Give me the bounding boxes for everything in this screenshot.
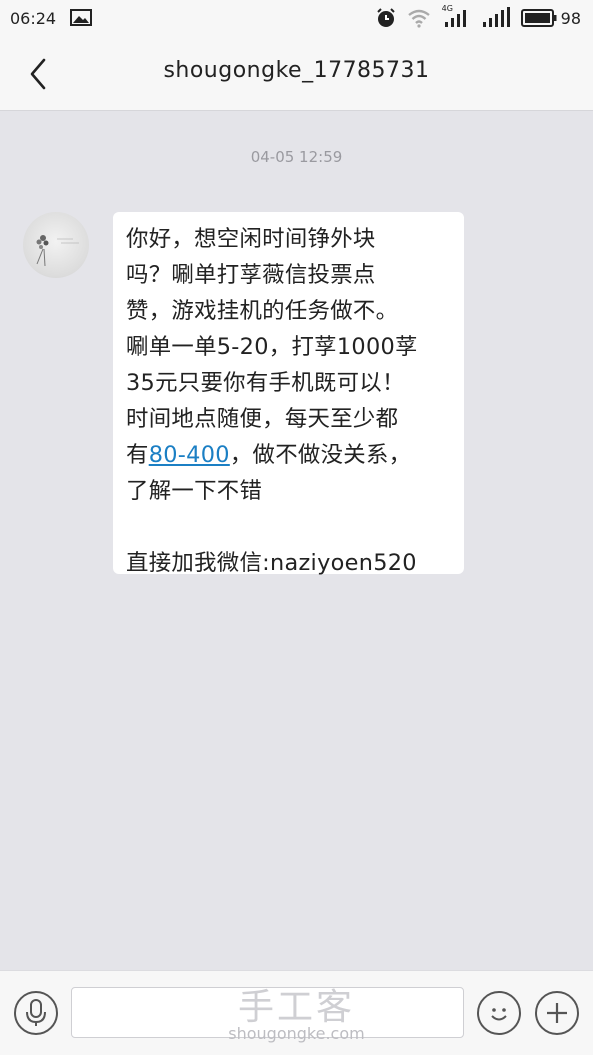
message-spacer <box>126 509 452 545</box>
battery: 98 <box>520 8 581 28</box>
chat-title: shougongke_17785731 <box>163 58 430 83</box>
status-icons: 4G 98 <box>375 4 581 29</box>
message-line: 你好，想空闲时间铮外块 <box>126 226 376 252</box>
emoji-icon <box>491 1008 507 1021</box>
signal-icon: 4G <box>441 4 471 29</box>
message-line: 时间地点随便，每天至少都 <box>126 406 399 432</box>
message-line: 赞，游戏挂机的任务做不。 <box>126 298 399 324</box>
message-line: 唰单一单5-20，打莩1000莩 <box>126 334 418 360</box>
message-input[interactable] <box>71 987 464 1038</box>
chat-header: shougongke_17785731 <box>0 36 593 111</box>
message-line-with-link: 有80-400，做不做没关系， <box>126 437 452 473</box>
message-text: ，做不做没关系， <box>229 442 412 468</box>
microphone-icon <box>26 999 46 1026</box>
message-link[interactable]: 80-400 <box>149 442 230 468</box>
status-bar: 06:24 4G 98 <box>0 0 593 36</box>
plus-button[interactable] <box>535 991 579 1035</box>
signal-icon-2 <box>482 7 510 27</box>
voice-button[interactable] <box>14 991 58 1035</box>
battery-icon <box>520 9 557 27</box>
message-line: 了解一下不错 <box>126 478 263 504</box>
input-bar <box>0 970 593 1055</box>
message-line: 35元只要你有手机既可以！ <box>126 370 405 396</box>
message-text: 有 <box>126 442 149 468</box>
emoji-button[interactable] <box>477 991 521 1035</box>
gallery-icon <box>70 9 92 26</box>
message-bubble: 你好，想空闲时间铮外块 吗？唰单打莩薇信投票点 赞，游戏挂机的任务做不。 唰单一… <box>113 212 464 576</box>
message-contact-line: 直接加我微信:naziyoen520 <box>126 550 417 576</box>
message-line: 吗？唰单打莩薇信投票点 <box>126 262 376 288</box>
avatar-flower-icon <box>36 235 79 267</box>
alarm-icon <box>376 8 395 27</box>
battery-level: 98 <box>560 8 581 28</box>
message-timestamp: 04-05 12:59 <box>250 148 343 166</box>
plus-icon <box>547 1003 567 1023</box>
avatar[interactable] <box>23 212 89 278</box>
status-time: 06:24 <box>10 9 57 28</box>
wifi-icon <box>407 9 430 28</box>
